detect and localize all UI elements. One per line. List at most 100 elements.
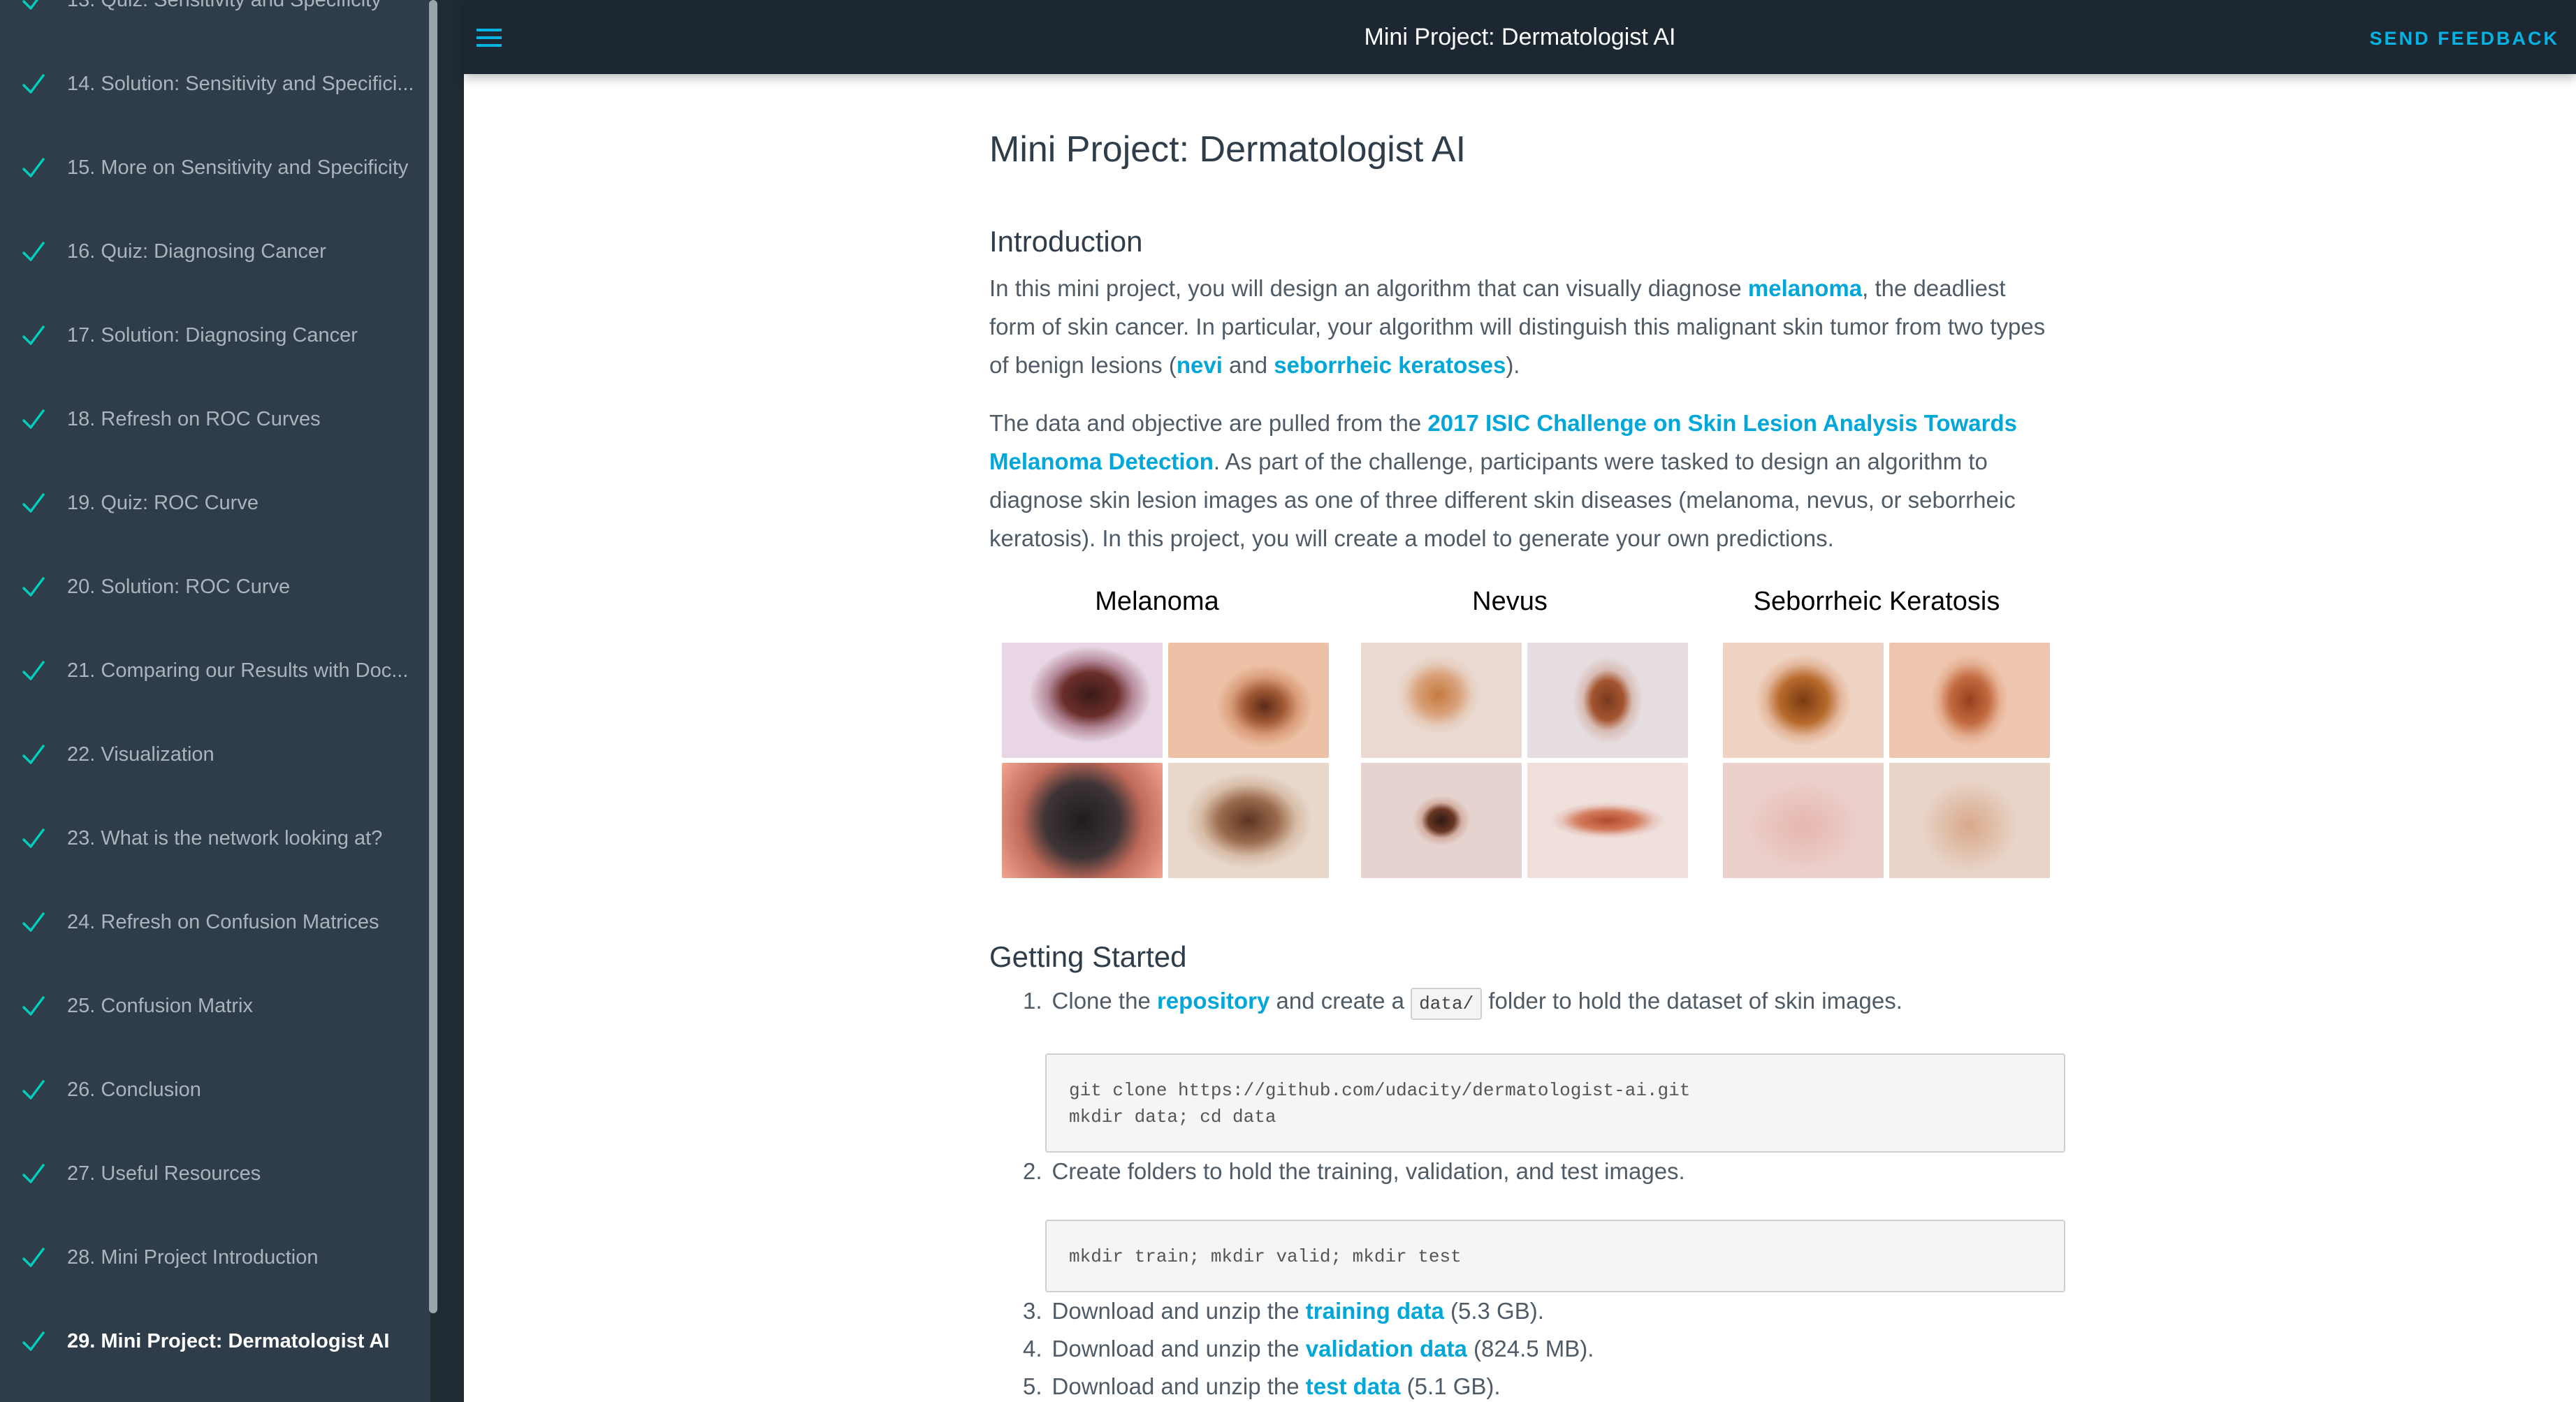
checkmark-icon	[0, 740, 67, 768]
sidebar-item-label: 16. Quiz: Diagnosing Cancer	[67, 240, 326, 263]
seborrheic-keratoses-link[interactable]: seborrheic keratoses	[1274, 352, 1506, 378]
checkmark-icon	[0, 489, 67, 517]
sidebar-item[interactable]: 24. Refresh on Confusion Matrices	[0, 880, 430, 964]
checkmark-icon	[0, 908, 67, 936]
step-item: 5. Download and unzip the test data (5.1 …	[1023, 1373, 1501, 1400]
sidebar-item-label: 24. Refresh on Confusion Matrices	[67, 910, 379, 933]
checkmark-icon	[0, 824, 67, 852]
checkmark-icon	[0, 992, 67, 1020]
validation-data-link[interactable]: validation data	[1306, 1336, 1467, 1361]
sidebar-item[interactable]: 14. Solution: Sensitivity and Specifici.…	[0, 42, 430, 126]
text-span: (824.5 MB).	[1467, 1336, 1594, 1361]
sidebar-item[interactable]: 25. Confusion Matrix	[0, 964, 430, 1048]
mkdir-code-block[interactable]: mkdir train; mkdir valid; mkdir test	[1045, 1220, 2065, 1292]
sidebar-item-label: 26. Conclusion	[67, 1078, 201, 1101]
sidebar-item[interactable]: 21. Comparing our Results with Doc...	[0, 629, 430, 713]
step-item: 3. Download and unzip the training data (…	[1023, 1298, 1544, 1324]
lesson-sidebar: 13. Quiz: Sensitivity and Specificity 14.…	[0, 0, 430, 1402]
sidebar-item[interactable]: 18. Refresh on ROC Curves	[0, 377, 430, 461]
checkmark-icon	[0, 1243, 67, 1271]
sidebar-item-label: 23. What is the network looking at?	[67, 826, 383, 849]
melanoma-link[interactable]: melanoma	[1748, 275, 1862, 301]
sidebar-item-label: 13. Quiz: Sensitivity and Specificity	[67, 0, 416, 12]
lesion-image-nevus-4	[1527, 763, 1688, 878]
sidebar-item[interactable]: 22. Visualization	[0, 713, 430, 796]
send-feedback-button[interactable]: SEND FEEDBACK	[2369, 28, 2559, 50]
text-span: and create a	[1269, 988, 1411, 1014]
sidebar-item-label: 14. Solution: Sensitivity and Specifici.…	[67, 72, 414, 95]
topbar-title: Mini Project: Dermatologist AI	[1364, 24, 1676, 50]
sidebar-scrollbar[interactable]	[429, 0, 437, 1313]
intro-paragraph-2: The data and objective are pulled from t…	[989, 404, 2051, 557]
lesion-image-melanoma-2	[1168, 643, 1329, 758]
clone-code-block[interactable]: git clone https://github.com/udacity/der…	[1045, 1053, 2065, 1153]
test-data-link[interactable]: test data	[1306, 1373, 1401, 1399]
sidebar-item[interactable]: 20. Solution: ROC Curve	[0, 545, 430, 629]
sidebar-item[interactable]: 26. Conclusion	[0, 1048, 430, 1132]
sidebar-item-label: 21. Comparing our Results with Doc...	[67, 659, 409, 682]
lesion-image-melanoma-4	[1168, 763, 1329, 878]
checkmark-icon	[0, 70, 67, 98]
data-folder-code: data/	[1411, 988, 1483, 1020]
text-span: Download and unzip the	[1051, 1298, 1306, 1324]
figure-heading-melanoma: Melanoma	[1095, 587, 1219, 616]
text-span: The data and objective are pulled from t…	[989, 410, 1428, 436]
step-number: 3.	[1023, 1298, 1042, 1324]
getting-started-heading: Getting Started	[989, 940, 1187, 973]
sidebar-item-label: 15. More on Sensitivity and Specificity	[67, 156, 409, 179]
sidebar-item[interactable]: 13. Quiz: Sensitivity and Specificity	[0, 0, 430, 42]
page-title: Mini Project: Dermatologist AI	[989, 129, 1467, 170]
sidebar-item-label: 27. Useful Resources	[67, 1162, 261, 1185]
lesion-image-melanoma-1	[1002, 643, 1163, 758]
text-span: Create folders to hold the training, val…	[1051, 1158, 1685, 1184]
sidebar-item[interactable]: 29. Mini Project: Dermatologist AI	[0, 1299, 430, 1383]
sidebar-item[interactable]: 23. What is the network looking at?	[0, 796, 430, 880]
text-span: ).	[1506, 352, 1520, 378]
text-span: (5.1 GB).	[1400, 1373, 1501, 1399]
lesion-image-melanoma-3	[1002, 763, 1163, 878]
lesion-image-nevus-3	[1361, 763, 1522, 878]
nevi-link[interactable]: nevi	[1177, 352, 1223, 378]
sidebar-item-label: 25. Confusion Matrix	[67, 994, 253, 1017]
sidebar-item[interactable]: 28. Mini Project Introduction	[0, 1215, 430, 1299]
sidebar-item[interactable]: 27. Useful Resources	[0, 1132, 430, 1215]
text-span: (5.3 GB).	[1443, 1298, 1544, 1324]
intro-paragraph-1: In this mini project, you will design an…	[989, 269, 2051, 384]
step-item: 2. Create folders to hold the training, v…	[1023, 1158, 1685, 1185]
checkmark-icon	[0, 657, 67, 685]
text-span: Clone the	[1051, 988, 1157, 1014]
checkmark-icon	[0, 321, 67, 349]
sidebar-item-label: 29. Mini Project: Dermatologist AI	[67, 1329, 390, 1352]
text-span: In this mini project, you will design an…	[989, 275, 1748, 301]
training-data-link[interactable]: training data	[1306, 1298, 1444, 1324]
step-item: 1. Clone the repository and create a data…	[1023, 988, 1902, 1020]
lesion-image-nevus-1	[1361, 643, 1522, 758]
skin-lesion-figure: Melanoma Nevus Seborrheic Keratosis	[989, 587, 2079, 887]
step-number: 2.	[1023, 1158, 1042, 1184]
sidebar-item[interactable]: 16. Quiz: Diagnosing Cancer	[0, 210, 430, 293]
sidebar-item-label: 19. Quiz: ROC Curve	[67, 491, 259, 514]
sidebar-item-label: 20. Solution: ROC Curve	[67, 575, 291, 598]
checkmark-icon	[0, 1076, 67, 1104]
text-span: Download and unzip the	[1051, 1336, 1306, 1361]
lesion-image-keratosis-1	[1723, 643, 1884, 758]
step-number: 5.	[1023, 1373, 1042, 1399]
sidebar-item-label: 28. Mini Project Introduction	[67, 1246, 319, 1269]
sidebar-item[interactable]: 19. Quiz: ROC Curve	[0, 461, 430, 545]
checkmark-icon	[0, 238, 67, 265]
lesion-image-keratosis-3	[1723, 763, 1884, 878]
sidebar-item-label: 17. Solution: Diagnosing Cancer	[67, 323, 358, 346]
checkmark-icon	[0, 154, 67, 182]
checkmark-icon	[0, 405, 67, 433]
lesion-image-keratosis-2	[1889, 643, 2050, 758]
step-number: 1.	[1023, 988, 1042, 1014]
sidebar-item-label: 18. Refresh on ROC Curves	[67, 407, 321, 430]
text-span: and	[1222, 352, 1274, 378]
lesion-image-nevus-2	[1527, 643, 1688, 758]
sidebar-item[interactable]: 15. More on Sensitivity and Specificity	[0, 126, 430, 210]
checkmark-icon	[0, 573, 67, 601]
checkmark-icon	[0, 1327, 67, 1355]
step-number: 4.	[1023, 1336, 1042, 1361]
repository-link[interactable]: repository	[1157, 988, 1269, 1014]
sidebar-item[interactable]: 17. Solution: Diagnosing Cancer	[0, 293, 430, 377]
